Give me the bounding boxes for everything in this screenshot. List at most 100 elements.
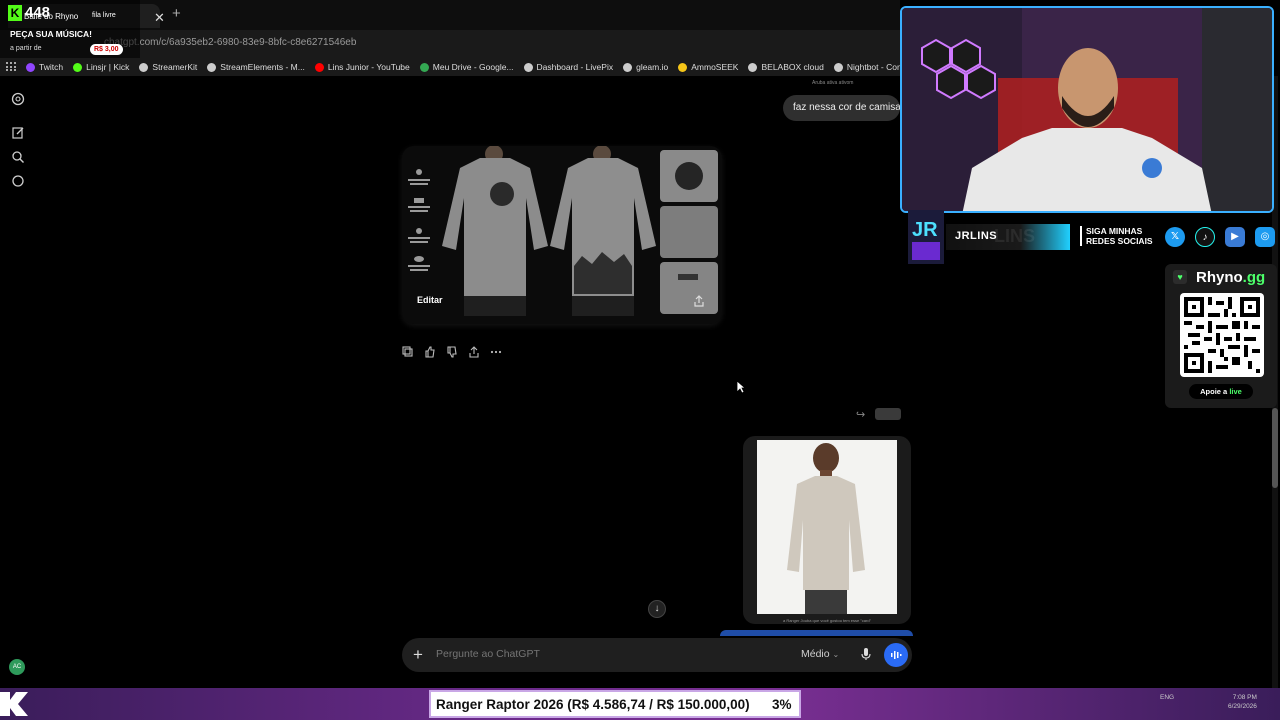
- system-clock[interactable]: 7:08 PM 6/29/2026: [1228, 693, 1257, 711]
- donation-goal-text: Ranger Raptor 2026 (R$ 4.586,74 / R$ 150…: [436, 697, 750, 712]
- chevron-down-icon: ⌄: [832, 650, 840, 659]
- copy-icon[interactable]: [401, 345, 415, 359]
- bookmark-favicon-icon: [314, 62, 324, 72]
- waveform-icon: [891, 651, 902, 660]
- bookmark-label: Meu Drive - Google...: [432, 62, 514, 72]
- bookmark-label: BELABOX cloud: [761, 62, 824, 72]
- edit-image-button[interactable]: Editar: [417, 295, 443, 305]
- x-twitter-icon: 𝕏: [1165, 227, 1185, 247]
- price-badge: R$ 3,00: [90, 44, 123, 55]
- prompt-input[interactable]: [436, 648, 776, 660]
- add-attachment-icon[interactable]: +: [413, 645, 423, 665]
- thumbs-up-icon[interactable]: [423, 345, 437, 359]
- account-avatar[interactable]: AC: [9, 659, 25, 675]
- bookmark-item[interactable]: Dashboard - LivePix: [523, 62, 614, 72]
- support-prefix: Apoie a: [1200, 387, 1228, 396]
- social-cta: SIGA MINHAS REDES SOCIAIS: [1080, 226, 1158, 246]
- more-options-icon[interactable]: [489, 345, 503, 359]
- bookmark-label: gleam.io: [636, 62, 669, 72]
- thumbs-down-icon[interactable]: [445, 345, 459, 359]
- chatgpt-logo-icon[interactable]: [11, 92, 25, 106]
- image-caption: a Ranger Jouba que você gostou tem esse …: [782, 618, 871, 623]
- song-request-cta: PEÇA SUA MÚSICA!: [10, 29, 93, 39]
- bookmark-item[interactable]: Lins Junior - YouTube: [314, 62, 410, 72]
- bookmark-item[interactable]: StreamElements - M...: [207, 62, 305, 72]
- bookmark-item[interactable]: Nightbot - Comm: [833, 62, 900, 72]
- generated-shirt-image[interactable]: [402, 146, 722, 324]
- bookmark-favicon-icon: [419, 62, 429, 72]
- rhyno-title-main: Rhyno: [1196, 269, 1243, 286]
- support-word: live: [1229, 387, 1242, 396]
- rhyno-title: Rhyno.gg: [1196, 269, 1265, 286]
- voice-mode-button[interactable]: [884, 643, 908, 667]
- chat-bubble-icon[interactable]: [11, 174, 25, 188]
- streamer-handle: JRLINS: [955, 230, 998, 242]
- reply-arrow-icon: ↪: [856, 409, 866, 421]
- user-uploaded-shirt-photo[interactable]: [757, 440, 897, 614]
- address-bar[interactable]: chatgpt.com/c/6a935eb2-6980-83e9-8bfc-c8…: [88, 34, 888, 52]
- bookmark-favicon-icon: [207, 62, 217, 72]
- scrollbar-thumb[interactable]: [1272, 408, 1278, 488]
- instagram-icon: ◎: [1255, 227, 1275, 247]
- bookmark-item[interactable]: Twitch: [26, 62, 63, 72]
- clock-date: 6/29/2026: [1228, 703, 1257, 710]
- bookmark-label: Linsjr | Kick: [86, 62, 130, 72]
- tiktok-icon: ♪: [1195, 227, 1215, 247]
- bookmark-label: Twitch: [39, 62, 64, 72]
- apps-grid-icon[interactable]: [6, 62, 16, 72]
- song-title: Baile do Rhyno: [24, 12, 79, 21]
- donation-goal-percent: 3%: [772, 697, 792, 712]
- support-live-button[interactable]: Apoie a live: [1189, 384, 1253, 399]
- svg-text:JR: JR: [912, 219, 938, 241]
- bookmark-label: StreamElements - M...: [220, 62, 305, 72]
- microphone-icon[interactable]: [860, 647, 872, 661]
- bookmark-favicon-icon: [623, 62, 633, 72]
- webcam-feed: [900, 6, 1274, 213]
- youtube-icon: ▶: [1225, 227, 1245, 247]
- clock-time: 7:08 PM: [1232, 694, 1257, 701]
- bookmark-favicon-icon: [523, 62, 533, 72]
- heart-icon: ♥: [1173, 270, 1187, 284]
- bookmark-item[interactable]: StreamerKit: [139, 62, 197, 72]
- qr-code: [1180, 293, 1264, 377]
- previous-message-tail: Aruba ativa ativom: [812, 80, 854, 86]
- bookmarks-bar: Twitch Linsjr | Kick StreamerKit StreamElem…: [0, 58, 900, 76]
- scroll-down-button[interactable]: ↓: [648, 600, 666, 618]
- quoted-image-thumbnail: [875, 408, 901, 420]
- queue-status: fila livre: [92, 12, 116, 19]
- keyboard-language[interactable]: ENG: [1160, 694, 1174, 701]
- bookmark-favicon-icon: [833, 62, 843, 72]
- handle-shadow: LINS: [994, 226, 1036, 246]
- jr-lins-logo-icon: JR: [908, 210, 944, 264]
- reasoning-level-label: Médio: [801, 648, 830, 660]
- chatgpt-sidebar: [0, 76, 36, 688]
- bookmark-label: Lins Junior - YouTube: [327, 62, 410, 72]
- bookmark-favicon-icon: [748, 62, 758, 72]
- bookmark-favicon-icon: [139, 62, 149, 72]
- share-message-icon[interactable]: [467, 345, 481, 359]
- search-icon[interactable]: [11, 150, 25, 164]
- bookmark-favicon-icon: [678, 62, 688, 72]
- bookmark-item[interactable]: Meu Drive - Google...: [419, 62, 514, 72]
- user-message: faz nessa cor de camisa: [783, 95, 900, 121]
- message-actions: [401, 345, 503, 359]
- close-tab-icon[interactable]: ✕: [154, 10, 165, 26]
- new-chat-icon[interactable]: [11, 126, 25, 140]
- reasoning-level-select[interactable]: Médio ⌄: [801, 648, 839, 660]
- bookmark-item[interactable]: BELABOX cloud: [748, 62, 824, 72]
- user-message-edge: [720, 630, 913, 636]
- price-prefix: a partir de: [10, 45, 42, 52]
- kick-logo-icon: K: [8, 5, 22, 21]
- bookmark-item[interactable]: AmmoSEEK: [678, 62, 738, 72]
- bookmark-item[interactable]: Linsjr | Kick: [73, 62, 129, 72]
- bookmark-item[interactable]: gleam.io: [623, 62, 668, 72]
- bookmark-label: AmmoSEEK: [691, 62, 739, 72]
- bookmark-favicon-icon: [26, 62, 35, 72]
- new-tab-icon[interactable]: +: [172, 5, 181, 22]
- bookmark-label: Nightbot - Comm: [846, 62, 900, 72]
- kick-k-logo-icon: [0, 692, 28, 716]
- bookmark-favicon-icon: [73, 62, 83, 72]
- mouse-cursor-icon: [736, 380, 746, 394]
- bookmark-label: Dashboard - LivePix: [536, 62, 614, 72]
- share-icon[interactable]: [692, 294, 706, 308]
